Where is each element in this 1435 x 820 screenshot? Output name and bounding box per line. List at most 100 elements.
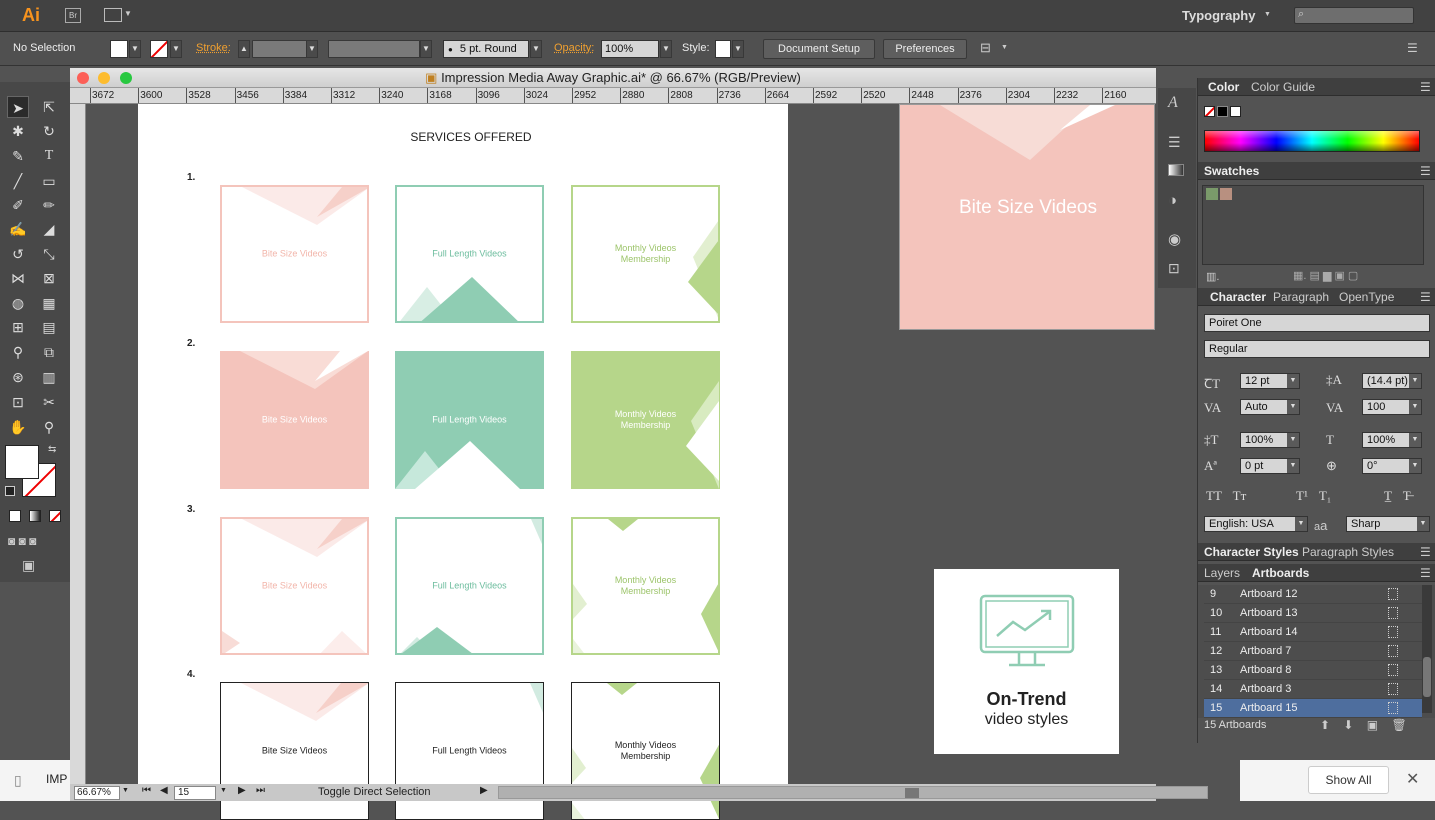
brush-field[interactable]: ● 5 pt. Round xyxy=(443,40,529,58)
font-size-field[interactable]: 12 pt ▼ xyxy=(1240,373,1300,389)
pen-tool-icon[interactable]: ✎ xyxy=(7,145,29,167)
appearance-panel-icon[interactable]: ◉ xyxy=(1168,230,1181,248)
artboard-row[interactable]: 11 Artboard 14 xyxy=(1204,623,1422,642)
chevron-down-icon[interactable]: ▼ xyxy=(220,787,227,794)
artboard-canvas[interactable]: SERVICES OFFERED 1. Bite Size Videos Full … xyxy=(138,104,788,820)
paintbrush-tool-icon[interactable]: ✐ xyxy=(7,194,29,216)
tab-opentype[interactable]: OpenType xyxy=(1339,290,1394,304)
tab-artboards[interactable]: Artboards xyxy=(1252,566,1309,580)
fill-dropdown[interactable]: ▼ xyxy=(129,40,141,58)
swatch-library-icon[interactable]: ▥. xyxy=(1206,270,1219,283)
first-artboard-button[interactable]: ⏮ xyxy=(142,785,151,796)
swatch-pattern-icon[interactable] xyxy=(1206,188,1218,200)
artboard-actions-icon[interactable]: ⬆ ⬇ ▣ 🗑 xyxy=(1320,718,1407,732)
baseline-shift-field[interactable]: 0 pt ▼ xyxy=(1240,458,1300,474)
next-artboard-button[interactable]: ▶ xyxy=(238,785,246,796)
tab-paragraph-styles[interactable]: Paragraph Styles xyxy=(1302,545,1394,559)
kerning-field[interactable]: Auto ▼ xyxy=(1240,399,1300,415)
artboard-options-icon[interactable] xyxy=(1388,588,1398,600)
zoom-field[interactable]: 66.67% xyxy=(74,786,120,800)
stroke-label[interactable]: Stroke: xyxy=(196,42,231,54)
character-panel-icon[interactable]: A xyxy=(1168,94,1178,112)
service-card[interactable]: Monthly Videos Membership xyxy=(571,185,720,323)
opacity-label[interactable]: Opacity: xyxy=(554,42,594,54)
artboard-options-icon[interactable] xyxy=(1388,683,1398,695)
character-rotation-field[interactable]: 0° ▼ xyxy=(1362,458,1422,474)
leading-field[interactable]: (14.4 pt) ▼ xyxy=(1362,373,1422,389)
style-swatch[interactable] xyxy=(715,40,731,58)
panel-menu-icon[interactable]: ☰ xyxy=(1420,164,1431,178)
column-graph-tool-icon[interactable]: ▥ xyxy=(38,366,60,388)
swatch-actions-icon[interactable]: ▦. ▤ ▆ ▣ ▢ xyxy=(1293,269,1358,282)
swap-colors-icon[interactable]: ⇆ xyxy=(48,444,56,455)
transparency-panel-icon[interactable]: ◑ xyxy=(1168,192,1177,209)
horizontal-scrollbar[interactable] xyxy=(498,786,1208,799)
stroke-weight-dropdown[interactable]: ▼ xyxy=(306,40,318,58)
screen-mode-icon[interactable]: ▣ xyxy=(22,557,35,574)
artboard-row[interactable]: 14 Artboard 3 xyxy=(1204,680,1422,699)
artboard-tool-icon[interactable]: ⊡ xyxy=(7,391,29,413)
color-spectrum[interactable] xyxy=(1204,130,1420,152)
on-trend-artboard[interactable]: On-Trend video styles xyxy=(934,569,1119,754)
super-sub-buttons[interactable]: T¹ T₁ xyxy=(1296,488,1331,504)
service-card[interactable]: Bite Size Videos xyxy=(220,351,369,489)
caps-buttons[interactable]: TT Tт xyxy=(1206,488,1246,504)
rectangle-tool-icon[interactable]: ▭ xyxy=(38,170,60,192)
free-transform-tool-icon[interactable]: ⊠ xyxy=(38,267,60,289)
panel-menu-icon[interactable]: ☰ xyxy=(1420,80,1431,94)
show-all-button[interactable]: Show All xyxy=(1308,766,1389,794)
type-tool-icon[interactable]: T xyxy=(38,145,60,167)
pencil-tool-icon[interactable]: ✏ xyxy=(38,194,60,216)
panel-menu-icon[interactable]: ☰ xyxy=(1420,290,1431,304)
gradient-panel-icon[interactable] xyxy=(1168,164,1184,176)
font-family-select[interactable]: Poiret One xyxy=(1204,314,1430,332)
chevron-down-icon[interactable]: ▼ xyxy=(124,9,132,18)
artboard-number-field[interactable]: 15 xyxy=(174,786,216,800)
tab-character-styles[interactable]: Character Styles xyxy=(1204,545,1299,559)
service-card[interactable]: Bite Size Videos xyxy=(220,517,369,655)
vertical-ruler[interactable] xyxy=(70,104,86,784)
gradient-mode-icon[interactable] xyxy=(29,510,41,522)
opacity-dropdown[interactable]: ▼ xyxy=(660,40,672,58)
service-card[interactable]: Full Length Videos xyxy=(395,185,544,323)
ai-logo[interactable]: Ai xyxy=(22,5,40,26)
slice-tool-icon[interactable]: ✂ xyxy=(38,391,60,413)
stroke-swatch[interactable] xyxy=(150,40,168,58)
width-tool-icon[interactable]: ⋈ xyxy=(7,267,29,289)
artboard-options-icon[interactable] xyxy=(1388,607,1398,619)
eraser-tool-icon[interactable]: ◢ xyxy=(38,218,60,240)
language-select[interactable]: English: USA ▼ xyxy=(1204,516,1308,532)
white-color-icon[interactable] xyxy=(1230,106,1241,117)
stroke-stepper[interactable]: ▲ xyxy=(238,40,250,58)
artboard-row[interactable]: 12 Artboard 7 xyxy=(1204,642,1422,661)
blend-tool-icon[interactable]: ⧉ xyxy=(38,341,60,363)
align-icon[interactable]: ⊟ xyxy=(980,40,991,56)
artboards-scrollbar[interactable] xyxy=(1422,585,1432,713)
close-icon[interactable]: ✕ xyxy=(1406,769,1419,789)
service-card[interactable]: Monthly Videos Membership xyxy=(571,351,720,489)
stroke-weight-field[interactable] xyxy=(252,40,307,58)
bite-size-preview-artboard[interactable]: Bite Size Videos xyxy=(899,104,1155,330)
blob-brush-tool-icon[interactable]: ✍ xyxy=(7,218,29,240)
panel-menu-icon[interactable]: ☰ xyxy=(1420,545,1431,559)
vertical-scale-field[interactable]: 100% ▼ xyxy=(1240,432,1300,448)
chevron-down-icon[interactable]: ▼ xyxy=(1001,44,1008,51)
artboard-options-icon[interactable] xyxy=(1388,664,1398,676)
swatches-list[interactable] xyxy=(1202,185,1424,265)
horizontal-ruler[interactable]: 3672 3600 3528 3456 3384 3312 3240 3168 3096 3024… xyxy=(70,88,1156,104)
opacity-field[interactable]: 100% xyxy=(601,40,659,58)
last-artboard-button[interactable]: ⏭ xyxy=(256,785,265,796)
magic-wand-tool-icon[interactable]: ✱ xyxy=(7,120,29,142)
panel-menu-icon[interactable]: ☰ xyxy=(1407,41,1418,55)
font-style-select[interactable]: Regular xyxy=(1204,340,1430,358)
arrange-documents-icon[interactable] xyxy=(104,8,122,22)
stroke-dropdown[interactable]: ▼ xyxy=(170,40,182,58)
artboards-panel-icon[interactable]: ⊡ xyxy=(1168,260,1180,277)
scale-tool-icon[interactable]: ⤡ xyxy=(38,243,60,265)
hand-tool-icon[interactable]: ✋ xyxy=(7,416,29,438)
tab-paragraph[interactable]: Paragraph xyxy=(1273,290,1329,304)
service-card[interactable]: Bite Size Videos xyxy=(220,185,369,323)
zoom-tool-icon[interactable]: ⚲ xyxy=(38,416,60,438)
none-mode-icon[interactable] xyxy=(49,510,61,522)
chevron-down-icon[interactable]: ▼ xyxy=(122,787,129,794)
